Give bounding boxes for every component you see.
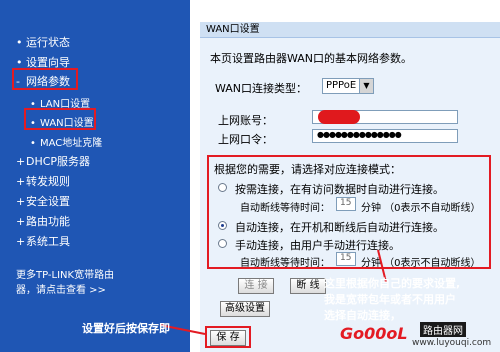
save-hint: 设置好后按保存即 <box>82 322 170 335</box>
watermark-site: 路由器网 <box>420 322 466 337</box>
watermark-logo: Go00oL <box>340 324 408 343</box>
watermark-url: www.luyouqi.com <box>412 338 492 348</box>
annotation-note: 这里根据你自己的要求设置, 我是宽带包年或者不用用户 选择自动连接， <box>324 277 461 322</box>
